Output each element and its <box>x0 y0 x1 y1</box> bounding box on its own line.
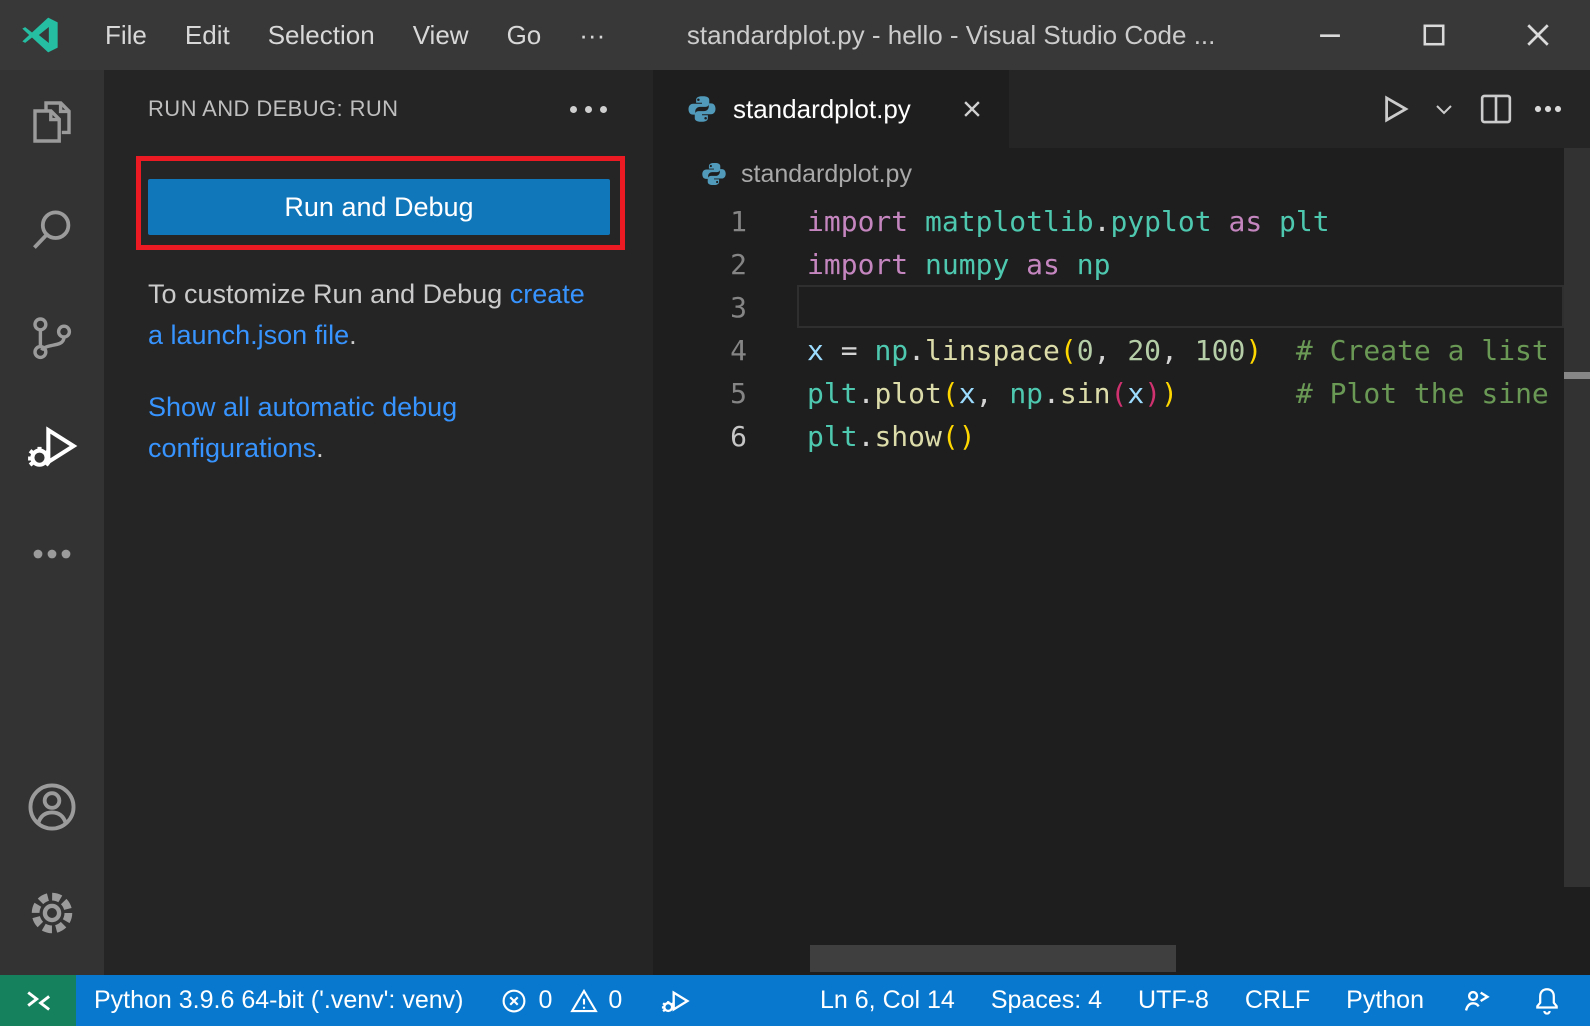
encoding-status[interactable]: UTF-8 <box>1120 975 1227 1026</box>
split-editor-icon[interactable] <box>1474 87 1518 131</box>
activity-bar-bottom <box>24 779 80 975</box>
breadcrumb[interactable]: standardplot.py <box>653 148 1590 200</box>
feedback-status[interactable] <box>1442 975 1512 1026</box>
python-interpreter-status[interactable]: Python 3.9.6 64-bit ('.venv': venv) <box>76 975 481 1026</box>
tab-standardplot[interactable]: standardplot.py <box>653 70 1009 148</box>
activity-bar <box>0 70 104 975</box>
sidebar-title: RUN AND DEBUG: RUN <box>148 96 398 122</box>
run-and-debug-icon[interactable] <box>24 418 80 474</box>
breadcrumb-item[interactable]: standardplot.py <box>741 160 912 189</box>
status-bar-right: Ln 6, Col 14 Spaces: 4 UTF-8 CRLF Python <box>802 975 1590 1026</box>
notifications-status[interactable] <box>1512 975 1582 1026</box>
code-text: import numpy as np <box>807 243 1110 286</box>
window-title: standardplot.py - hello - Visual Studio … <box>624 20 1278 51</box>
line-number: 2 <box>653 243 747 286</box>
activity-bar-top <box>24 70 80 582</box>
vertical-scrollbar[interactable] <box>1564 148 1590 887</box>
status-bar: Python 3.9.6 64-bit ('.venv': venv) 0 0 … <box>0 975 1590 1026</box>
show-debug-configs-link[interactable]: Show all automatic debug configurations <box>148 392 457 463</box>
account-icon[interactable] <box>24 779 80 835</box>
menu-item-go[interactable]: Go <box>488 0 561 70</box>
bell-icon <box>1530 984 1564 1018</box>
menu-item-view[interactable]: View <box>394 0 488 70</box>
line-number: 5 <box>653 372 747 415</box>
menu-item-file[interactable]: File <box>86 0 166 70</box>
minimize-button[interactable] <box>1278 0 1382 70</box>
tab-bar: standardplot.py <box>653 70 1590 148</box>
sidebar-header: RUN AND DEBUG: RUN <box>104 70 653 148</box>
line-number: 6 <box>653 415 747 458</box>
warning-count: 0 <box>608 986 622 1015</box>
title-bar: FileEditSelectionViewGo··· standardplot.… <box>0 0 1590 70</box>
code-text: import matplotlib.pyplot as plt <box>807 200 1330 243</box>
more-actions-icon[interactable] <box>1526 87 1570 131</box>
more-views-icon[interactable] <box>24 526 80 582</box>
workbench: RUN AND DEBUG: RUN Run and Debug To cust… <box>0 70 1590 975</box>
menu-item-selection[interactable]: Selection <box>249 0 394 70</box>
menu-item-[interactable]: ··· <box>560 0 624 70</box>
auto-configs-hint: Show all automatic debug configurations. <box>148 387 596 469</box>
run-and-debug-sidebar: RUN AND DEBUG: RUN Run and Debug To cust… <box>104 70 653 975</box>
error-count: 0 <box>538 986 552 1015</box>
indentation-status[interactable]: Spaces: 4 <box>973 975 1120 1026</box>
search-icon[interactable] <box>24 202 80 258</box>
vscode-logo-icon <box>20 15 60 55</box>
settings-gear-icon[interactable] <box>24 885 80 941</box>
tab-label: standardplot.py <box>733 94 941 125</box>
explorer-icon[interactable] <box>24 94 80 150</box>
debug-status-icon <box>658 984 692 1018</box>
code-line[interactable]: 2 import numpy as np <box>653 243 1590 286</box>
close-window-button[interactable] <box>1486 0 1590 70</box>
line-number: 3 <box>653 286 747 329</box>
code-line[interactable]: 5 plt.plot(x, np.sin(x)) # Plot the sine <box>653 372 1590 415</box>
line-number: 1 <box>653 200 747 243</box>
run-python-file-icon[interactable] <box>1370 87 1414 131</box>
problems-status[interactable]: 0 0 <box>481 975 640 1026</box>
window-controls <box>1278 0 1590 70</box>
code-editor[interactable]: 1 import matplotlib.pyplot as plt 2 import … <box>653 200 1590 975</box>
code-line[interactable]: 4 x = np.linspace(0, 20, 100) # Create a … <box>653 329 1590 372</box>
code-text: x = np.linspace(0, 20, 100) # Create a l… <box>807 329 1549 372</box>
line-number: 4 <box>653 329 747 372</box>
menu-item-edit[interactable]: Edit <box>166 0 249 70</box>
python-icon <box>701 161 727 187</box>
code-line[interactable]: 3 <box>653 286 1590 329</box>
source-control-icon[interactable] <box>24 310 80 366</box>
run-dropdown-chevron-icon[interactable] <box>1422 87 1466 131</box>
maximize-button[interactable] <box>1382 0 1486 70</box>
editor-group: standardplot.py <box>653 70 1590 975</box>
warnings-icon <box>569 986 599 1016</box>
code-text: plt.plot(x, np.sin(x)) # Plot the sine <box>807 372 1549 415</box>
language-mode-status[interactable]: Python <box>1328 975 1442 1026</box>
debug-hints: To customize Run and Debug create a laun… <box>148 274 596 469</box>
code-text: plt.show() <box>807 415 976 458</box>
run-and-debug-button[interactable]: Run and Debug <box>148 179 610 235</box>
remote-indicator[interactable] <box>0 975 76 1026</box>
code-line[interactable]: 1 import matplotlib.pyplot as plt <box>653 200 1590 243</box>
vscode-window: FileEditSelectionViewGo··· standardplot.… <box>0 0 1590 1026</box>
more-actions-icon[interactable] <box>570 106 607 113</box>
close-tab-icon[interactable] <box>957 94 987 124</box>
code-line[interactable]: 6 plt.show() <box>653 415 1590 458</box>
overview-ruler-cursor-marker <box>1564 372 1590 379</box>
debug-status[interactable] <box>640 975 710 1026</box>
errors-icon <box>499 986 529 1016</box>
eol-status[interactable]: CRLF <box>1227 975 1328 1026</box>
feedback-icon <box>1460 984 1494 1018</box>
cursor-position-status[interactable]: Ln 6, Col 14 <box>802 975 973 1026</box>
remote-indicator-icon <box>21 984 55 1018</box>
customize-hint: To customize Run and Debug create a laun… <box>148 274 596 356</box>
python-icon <box>687 94 717 124</box>
editor-actions <box>1370 70 1590 148</box>
menu-bar: FileEditSelectionViewGo··· <box>86 0 624 70</box>
horizontal-scrollbar[interactable] <box>810 945 1176 972</box>
